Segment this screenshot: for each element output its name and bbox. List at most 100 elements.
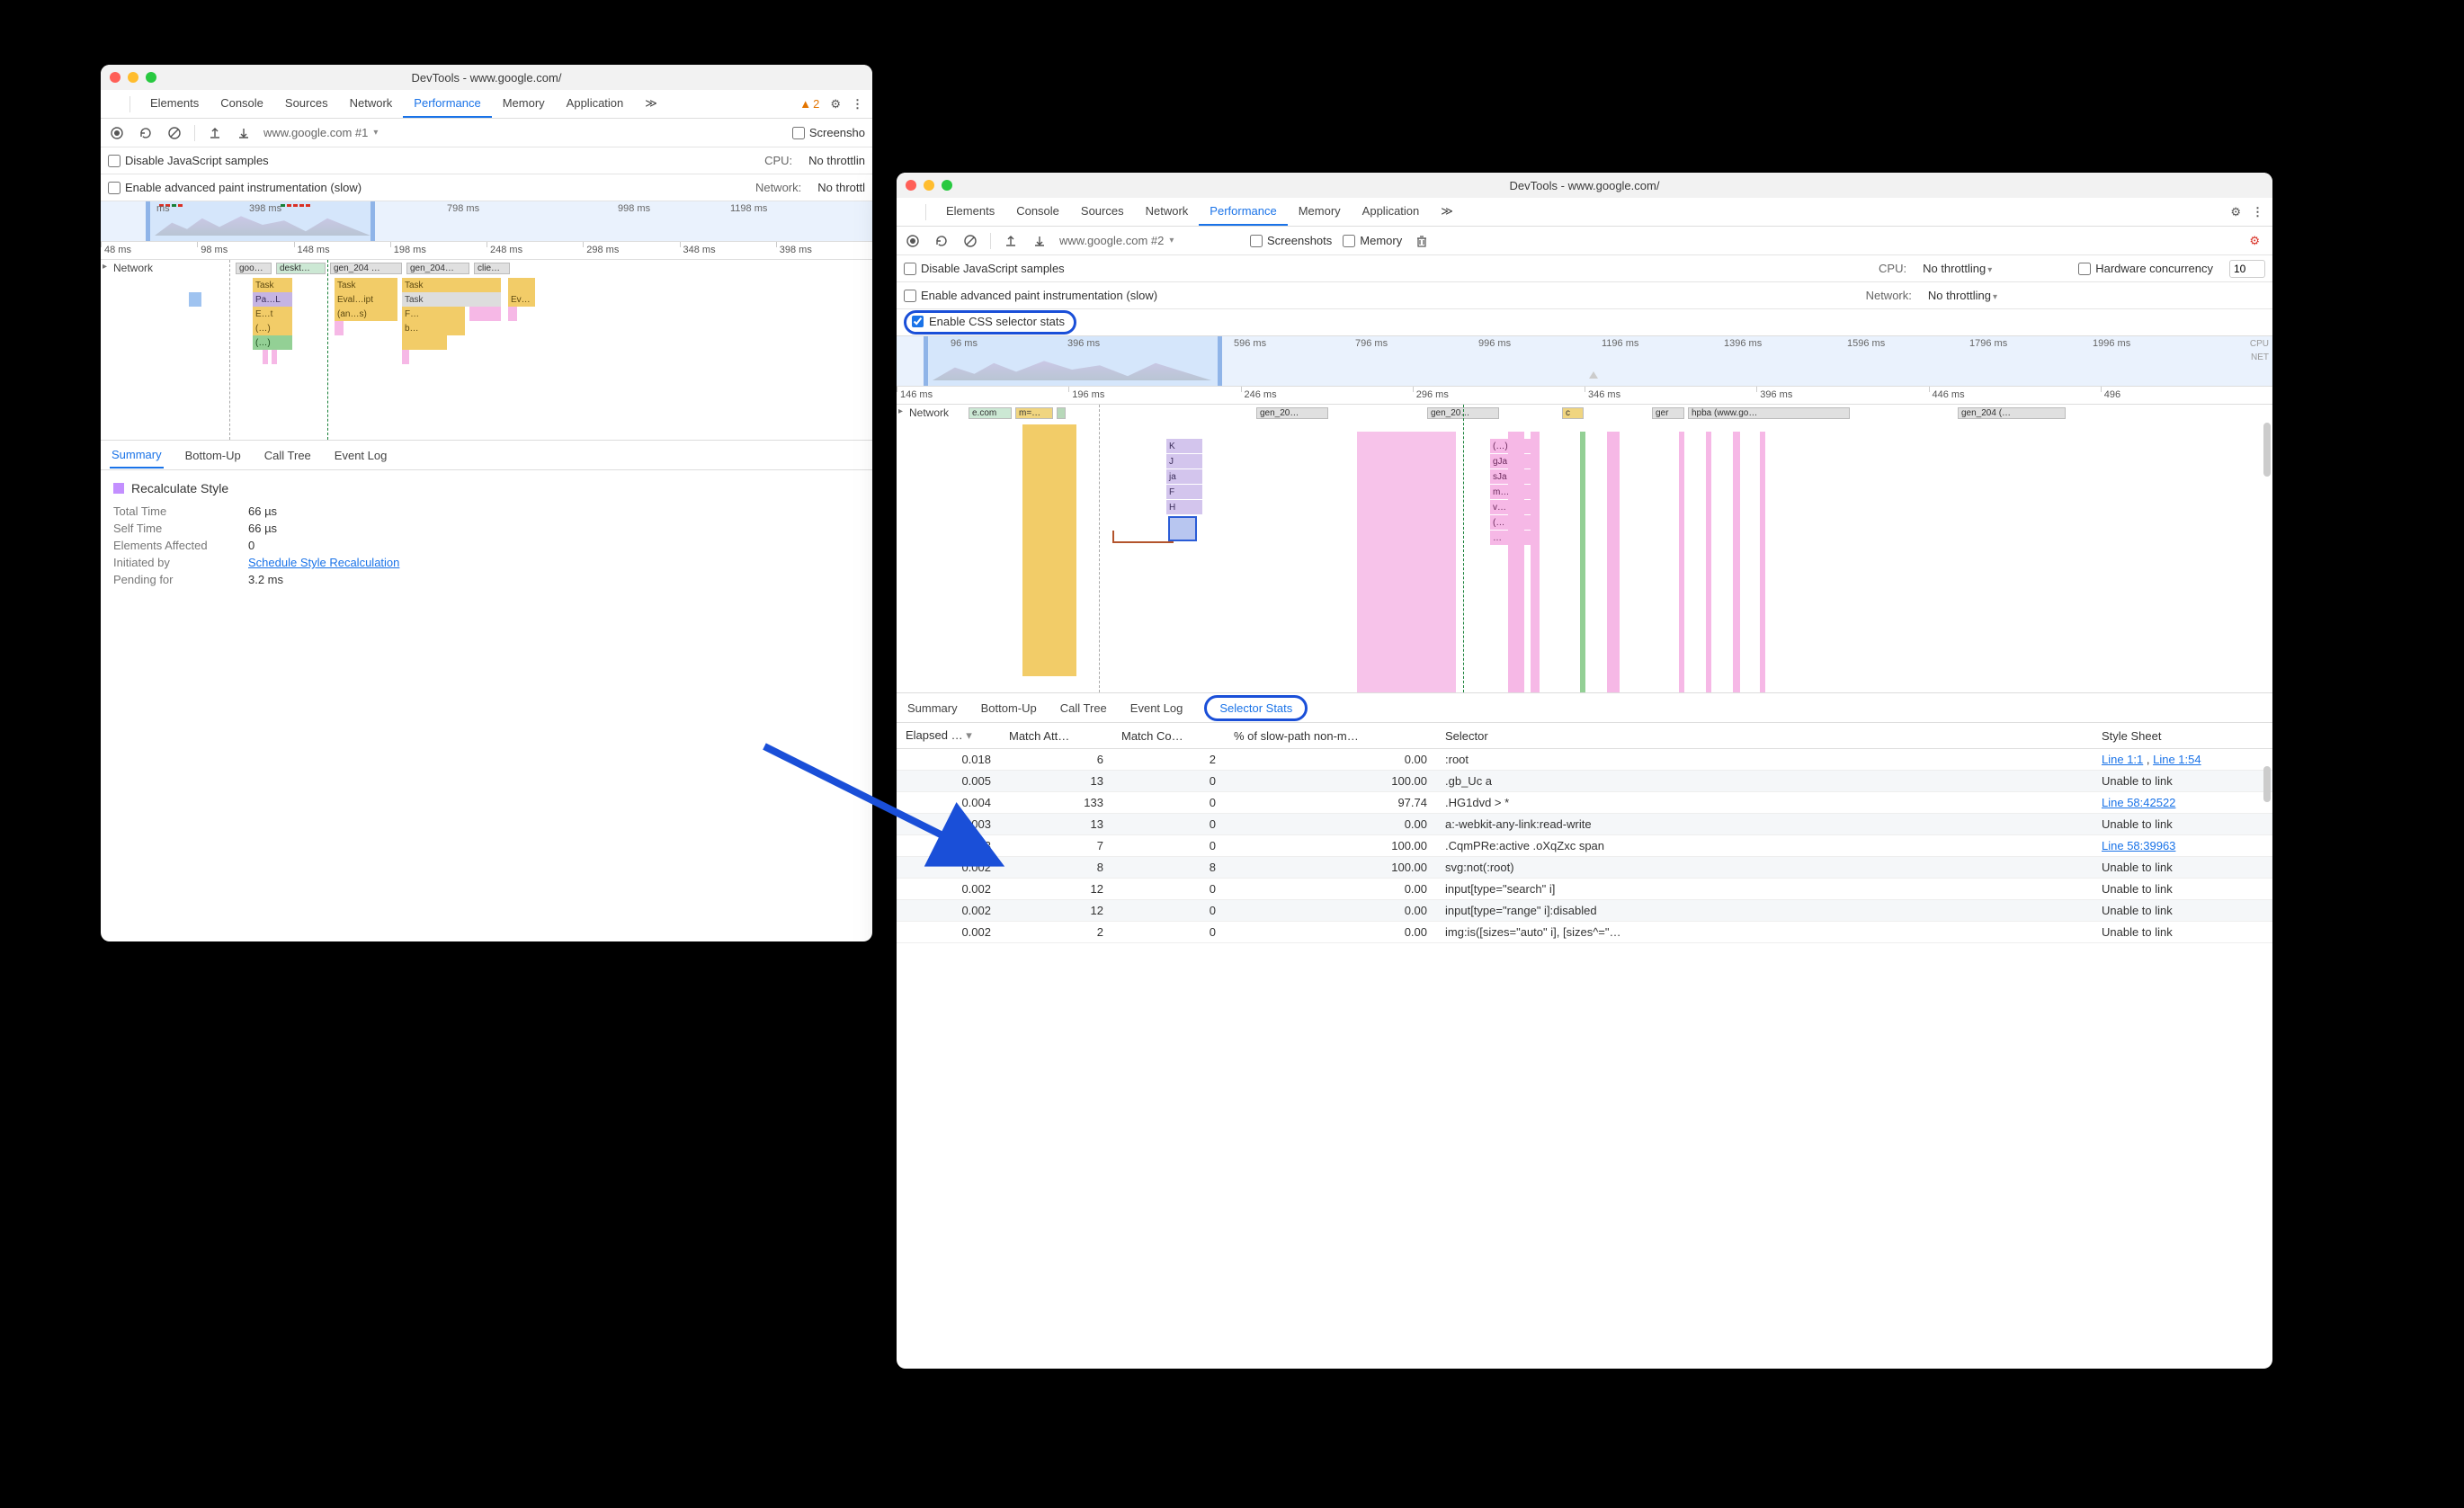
tab-console[interactable]: Console bbox=[1005, 198, 1070, 226]
titlebar[interactable]: DevTools - www.google.com/ bbox=[101, 65, 872, 90]
inspect-icon[interactable] bbox=[104, 101, 115, 108]
minimap-handle-right[interactable] bbox=[1218, 336, 1222, 386]
net-item[interactable]: hpba (www.go… bbox=[1688, 407, 1850, 419]
dtab-summary[interactable]: Summary bbox=[110, 442, 164, 468]
net-item[interactable]: ger bbox=[1652, 407, 1684, 419]
record-icon[interactable] bbox=[904, 232, 922, 250]
net-item[interactable]: deskt… bbox=[276, 263, 326, 274]
reload-icon[interactable] bbox=[933, 232, 951, 250]
col-stylesheet[interactable]: Style Sheet bbox=[2093, 723, 2272, 749]
hc-input[interactable] bbox=[2229, 260, 2265, 278]
css-selector-stats-checkbox[interactable] bbox=[912, 316, 924, 327]
flame-cell[interactable]: Task bbox=[335, 278, 397, 292]
flame-cell[interactable]: … bbox=[1490, 531, 1533, 545]
scrollbar[interactable] bbox=[2263, 766, 2271, 802]
flame-block[interactable] bbox=[1022, 424, 1076, 676]
flame-cell[interactable] bbox=[402, 350, 409, 364]
flame-cell[interactable]: Ev… bbox=[508, 292, 535, 307]
overflow-menu-icon[interactable]: ⋮ bbox=[2246, 205, 2269, 219]
stylesheet-link[interactable]: Line 1:54 bbox=[2153, 753, 2201, 766]
net-item[interactable]: gen_204 … bbox=[330, 263, 402, 274]
minimap[interactable]: 96 ms 396 ms 596 ms 796 ms 996 ms 1196 m… bbox=[897, 336, 2272, 387]
network-value[interactable]: No throttl bbox=[817, 181, 865, 194]
flame-cell[interactable] bbox=[263, 350, 268, 364]
flame-cell[interactable]: (…) bbox=[253, 335, 292, 350]
flame-cell[interactable]: b… bbox=[402, 321, 465, 335]
flame-block[interactable] bbox=[1706, 432, 1711, 692]
minimap[interactable]: ms 398 ms 798 ms 998 ms 1198 ms bbox=[101, 201, 872, 242]
net-item[interactable]: clie… bbox=[474, 263, 510, 274]
inspect-icon[interactable] bbox=[900, 209, 911, 216]
overflow-menu-icon[interactable]: ⋮ bbox=[846, 97, 869, 112]
record-icon[interactable] bbox=[108, 124, 126, 142]
table-row[interactable]: 0.0031300.00a:-webkit-any-link:read-writ… bbox=[897, 814, 2272, 835]
flame-cell[interactable] bbox=[272, 350, 277, 364]
net-item[interactable]: gen_20… bbox=[1256, 407, 1328, 419]
recording-select[interactable]: www.google.com #2 bbox=[1059, 234, 1239, 247]
network-value[interactable]: No throttling bbox=[1928, 289, 1997, 302]
cpu-value[interactable]: No throttling bbox=[1923, 262, 1992, 275]
download-icon[interactable] bbox=[235, 124, 253, 142]
stylesheet-link[interactable]: Line 1:1 bbox=[2102, 753, 2143, 766]
flame-cell[interactable]: Task bbox=[253, 278, 292, 292]
col-slow-path[interactable]: % of slow-path non-m… bbox=[1225, 723, 1436, 749]
device-toggle-icon[interactable] bbox=[115, 101, 126, 108]
tab-memory[interactable]: Memory bbox=[492, 90, 556, 118]
tab-console[interactable]: Console bbox=[210, 90, 274, 118]
timeline-ruler[interactable]: 48 ms 98 ms 148 ms 198 ms 248 ms 298 ms … bbox=[101, 242, 872, 260]
table-row[interactable]: 0.002200.00img:is([sizes="auto" i], [siz… bbox=[897, 922, 2272, 943]
flame-cell[interactable]: m… bbox=[1490, 485, 1533, 499]
dtab-summary[interactable]: Summary bbox=[906, 696, 960, 720]
titlebar[interactable]: DevTools - www.google.com/ bbox=[897, 173, 2272, 198]
net-item[interactable]: c bbox=[1562, 407, 1584, 419]
flame-cell[interactable]: K bbox=[1166, 439, 1202, 453]
table-row[interactable]: 0.0021200.00input[type="range" i]:disabl… bbox=[897, 900, 2272, 922]
flame-cell[interactable]: (…) bbox=[253, 321, 292, 335]
device-toggle-icon[interactable] bbox=[911, 209, 922, 216]
upload-icon[interactable] bbox=[1002, 232, 1020, 250]
screenshots-checkbox[interactable]: Screenshots bbox=[1250, 234, 1332, 247]
flame-cell[interactable] bbox=[189, 292, 201, 307]
download-icon[interactable] bbox=[1031, 232, 1049, 250]
flame-block[interactable] bbox=[1607, 432, 1620, 692]
minimap-handle-left[interactable] bbox=[924, 336, 928, 386]
flame-cell[interactable]: F bbox=[1166, 485, 1202, 499]
flame-cell[interactable] bbox=[469, 307, 501, 321]
settings-icon[interactable]: ⚙ bbox=[2244, 234, 2265, 248]
dtab-eventlog[interactable]: Event Log bbox=[1129, 696, 1185, 720]
tab-elements[interactable]: Elements bbox=[935, 198, 1005, 226]
screenshots-checkbox[interactable]: Screensho bbox=[792, 126, 865, 139]
flame-block[interactable] bbox=[1760, 432, 1765, 692]
flame-cell[interactable]: H bbox=[1166, 500, 1202, 514]
tab-performance[interactable]: Performance bbox=[1199, 198, 1287, 226]
cpu-value[interactable]: No throttlin bbox=[808, 154, 865, 167]
paint-instr-checkbox[interactable]: Enable advanced paint instrumentation (s… bbox=[108, 181, 362, 194]
tab-network[interactable]: Network bbox=[1135, 198, 1200, 226]
stylesheet-link[interactable]: Line 58:42522 bbox=[2102, 796, 2175, 809]
dtab-calltree[interactable]: Call Tree bbox=[263, 443, 313, 468]
flame-cell[interactable] bbox=[508, 307, 517, 321]
tabs-overflow-icon[interactable]: ≫ bbox=[1430, 198, 1464, 226]
timeline-ruler[interactable]: 146 ms 196 ms 246 ms 296 ms 346 ms 396 m… bbox=[897, 387, 2272, 405]
settings-icon[interactable]: ⚙ bbox=[825, 97, 846, 112]
flame-block[interactable] bbox=[1357, 432, 1456, 692]
flame-cell[interactable]: v… bbox=[1490, 500, 1533, 514]
net-item[interactable]: gen_204 (… bbox=[1958, 407, 2066, 419]
flame-cell[interactable]: E…t bbox=[253, 307, 292, 321]
tab-elements[interactable]: Elements bbox=[139, 90, 210, 118]
flame-cell[interactable]: (an…s) bbox=[335, 307, 397, 321]
flame-chart[interactable]: Network goo… deskt… gen_204 … gen_204… c… bbox=[101, 260, 872, 440]
flame-cell[interactable]: ja bbox=[1166, 469, 1202, 484]
flame-cell[interactable]: F… bbox=[402, 307, 465, 321]
col-match-attempts[interactable]: Match Att… bbox=[1000, 723, 1112, 749]
stylesheet-link[interactable]: Line 58:39963 bbox=[2102, 839, 2175, 852]
table-row[interactable]: 0.0021200.00input[type="search" i]Unable… bbox=[897, 879, 2272, 900]
flame-cell[interactable]: sJa bbox=[1490, 469, 1533, 484]
disable-js-checkbox[interactable]: Disable JavaScript samples bbox=[904, 262, 1065, 275]
col-selector[interactable]: Selector bbox=[1436, 723, 2093, 749]
initiated-by-link[interactable]: Schedule Style Recalculation bbox=[248, 556, 399, 569]
flame-block[interactable] bbox=[1679, 432, 1684, 692]
tab-sources[interactable]: Sources bbox=[1070, 198, 1135, 226]
tab-network[interactable]: Network bbox=[339, 90, 404, 118]
net-item[interactable]: m=… bbox=[1015, 407, 1053, 419]
